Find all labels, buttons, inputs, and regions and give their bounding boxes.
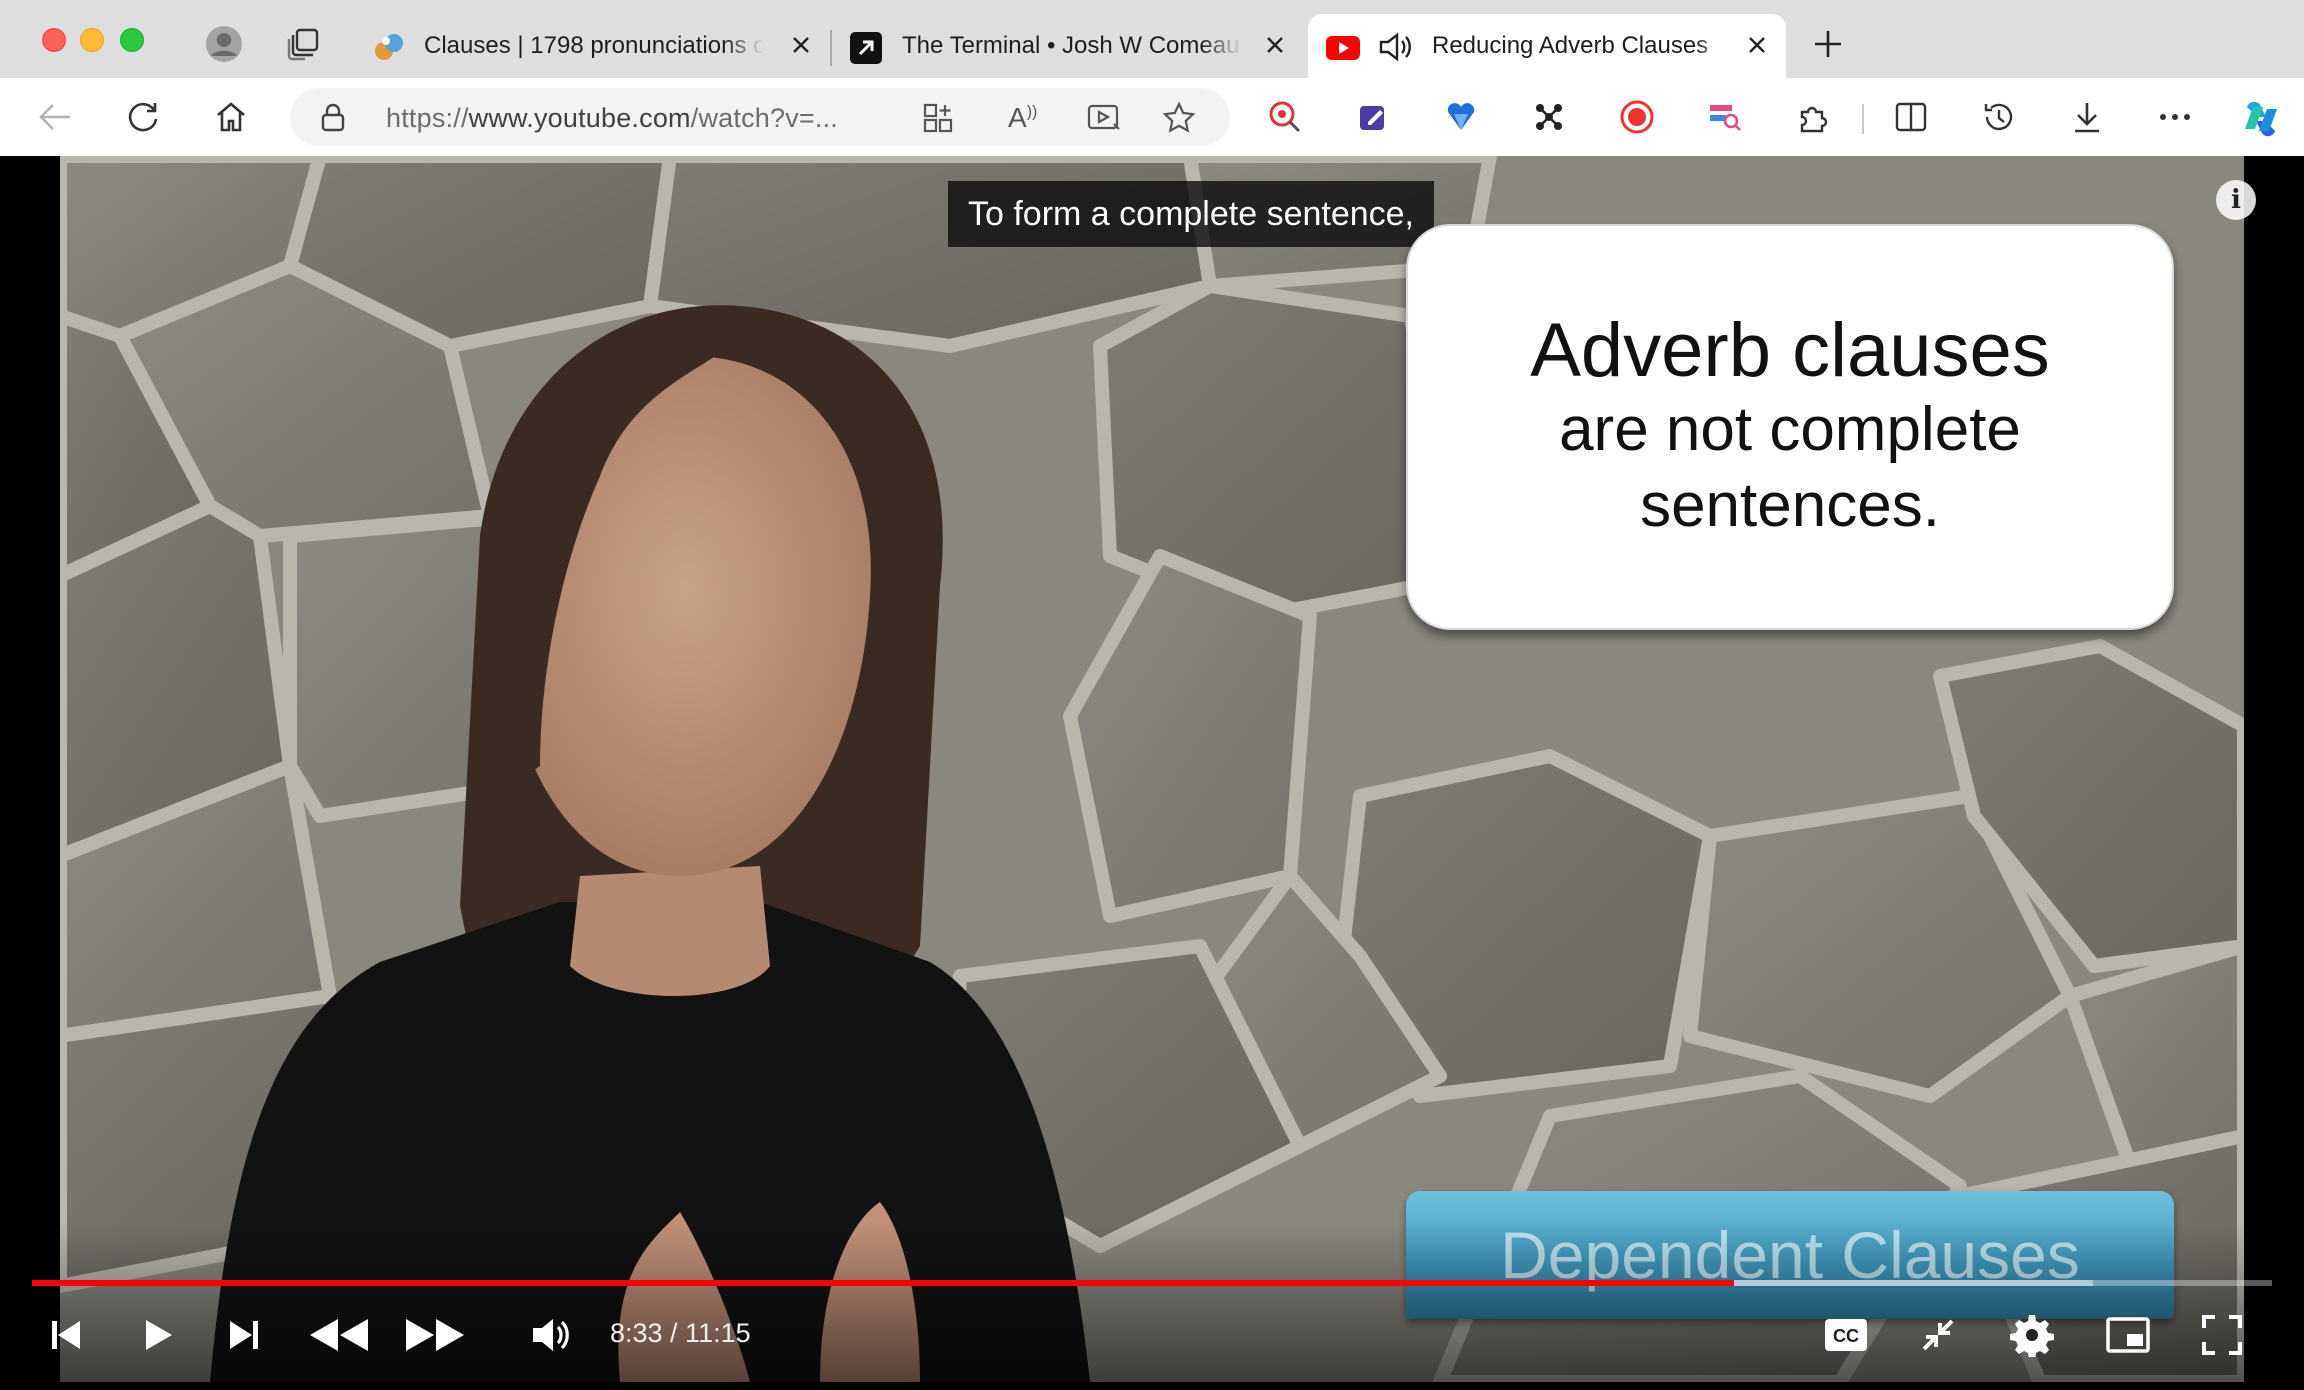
copilot-icon[interactable]	[2236, 94, 2286, 144]
address-bar[interactable]: https://www.youtube.com/watch?v=... A))	[290, 88, 1230, 146]
lesson-card: Adverb clauses are not complete sentence…	[1406, 224, 2174, 630]
card-line-3: sentences.	[1640, 471, 1940, 540]
progress-bar[interactable]	[32, 1280, 2272, 1286]
subtitle-caption: To form a complete sentence,	[948, 181, 1435, 247]
extension-graph-icon[interactable]	[1526, 94, 1572, 140]
downloads-icon[interactable]	[2064, 94, 2110, 140]
card-line-2: are not complete	[1559, 395, 2021, 464]
close-window-button[interactable]	[42, 28, 66, 52]
zoom-window-button[interactable]	[120, 28, 144, 52]
extension-heart-icon[interactable]	[1438, 94, 1484, 140]
progress-played	[32, 1280, 1735, 1286]
info-icon[interactable]: i	[2216, 180, 2256, 220]
settings-gear-icon[interactable]	[2002, 1305, 2062, 1365]
workspaces-icon[interactable]	[284, 24, 324, 64]
miniplayer-collapse-icon[interactable]	[1908, 1305, 1968, 1365]
read-aloud-icon[interactable]: A))	[1008, 102, 1037, 134]
close-tab-icon[interactable]	[1742, 30, 1772, 60]
close-tab-icon[interactable]	[1260, 30, 1290, 60]
previous-icon[interactable]	[36, 1305, 96, 1365]
rewind-icon[interactable]	[304, 1305, 374, 1365]
extension-record-icon[interactable]	[1614, 94, 1660, 140]
favorite-star-icon[interactable]	[1162, 101, 1196, 140]
next-icon[interactable]	[214, 1305, 274, 1365]
profile-icon[interactable]	[204, 24, 244, 64]
reload-icon[interactable]	[120, 94, 166, 140]
tab-title: Reducing Adverb Clauses	[1432, 32, 1709, 59]
close-tab-icon[interactable]	[786, 30, 816, 60]
captions-icon[interactable]: CC	[1816, 1305, 1876, 1365]
browser-toolbar: https://www.youtube.com/watch?v=... A))	[0, 78, 2304, 156]
extensions-puzzle-icon[interactable]	[1790, 94, 1836, 140]
url-text[interactable]: https://www.youtube.com/watch?v=...	[386, 103, 838, 134]
tab-title: Clauses | 1798 pronunciations of Clauses	[424, 32, 764, 59]
svg-text:CC: CC	[1833, 1326, 1859, 1346]
miniplayer-icon[interactable]	[2098, 1305, 2158, 1365]
back-icon[interactable]	[32, 94, 78, 140]
youtube-icon	[1326, 36, 1360, 67]
video-frame[interactable]: To form a complete sentence, Adverb clau…	[60, 156, 2244, 1382]
play-icon[interactable]	[126, 1305, 186, 1365]
fast-forward-icon[interactable]	[400, 1305, 470, 1365]
more-menu-icon[interactable]	[2152, 94, 2198, 140]
card-line-1: Adverb clauses	[1530, 308, 2050, 393]
video-enhance-icon[interactable]	[1086, 102, 1122, 139]
tab-separator	[830, 30, 832, 66]
extension-notes-icon[interactable]	[1350, 94, 1396, 140]
extension-highlight-icon[interactable]	[1702, 94, 1748, 140]
video-player[interactable]: To form a complete sentence, Adverb clau…	[8, 156, 2296, 1382]
history-icon[interactable]	[1976, 94, 2022, 140]
youglish-icon	[372, 31, 406, 72]
app-available-icon[interactable]	[922, 102, 954, 139]
tab-reducing-adverb-clauses[interactable]: Reducing Adverb Clauses	[1308, 14, 1786, 78]
terminal-arrow-icon	[850, 32, 882, 71]
time-display: 8:33 / 11:15	[610, 1318, 751, 1348]
speaker-icon[interactable]	[1378, 31, 1414, 70]
tab-strip: Clauses | 1798 pronunciations of Clauses…	[0, 0, 2304, 78]
minimize-window-button[interactable]	[80, 28, 104, 52]
toolbar-separator	[1862, 104, 1864, 134]
browser-window: Clauses | 1798 pronunciations of Clauses…	[0, 0, 2304, 1390]
tab-terminal[interactable]: The Terminal • Josh W Comeau	[834, 14, 1304, 78]
split-screen-icon[interactable]	[1888, 94, 1934, 140]
volume-icon[interactable]	[520, 1305, 580, 1365]
extension-search-icon[interactable]	[1262, 94, 1308, 140]
home-icon[interactable]	[208, 94, 254, 140]
fullscreen-icon[interactable]	[2192, 1305, 2252, 1365]
new-tab-icon[interactable]	[1808, 24, 1848, 64]
tab-title: The Terminal • Josh W Comeau	[902, 32, 1240, 59]
lock-icon[interactable]	[320, 102, 346, 137]
tab-clauses[interactable]: Clauses | 1798 pronunciations of Clauses	[360, 14, 830, 78]
